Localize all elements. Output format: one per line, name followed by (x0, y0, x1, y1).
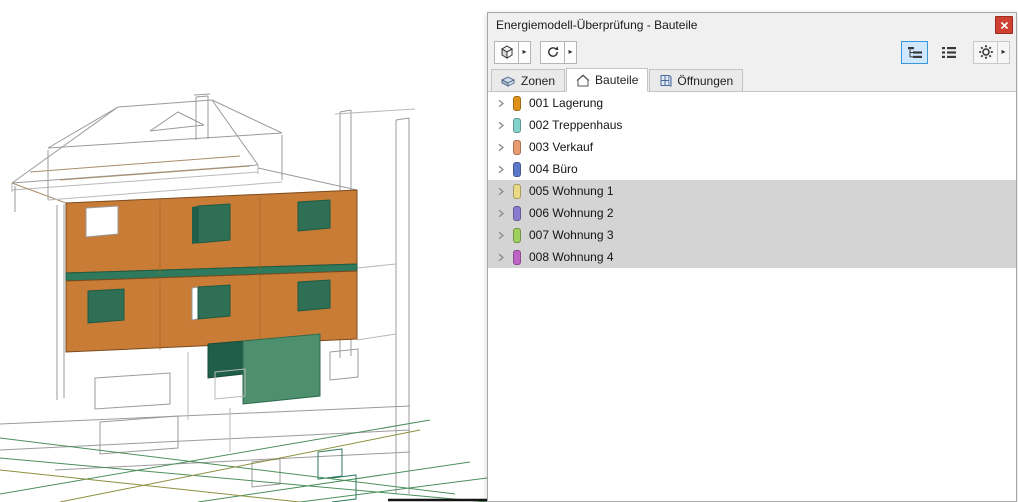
chevron-right-icon[interactable] (497, 121, 509, 130)
panel-title: Energiemodell-Überprüfung - Bauteile (496, 18, 698, 32)
panel-titlebar[interactable]: Energiemodell-Überprüfung - Bauteile (488, 13, 1016, 37)
dropdown-arrow-icon: ▸ (522, 47, 527, 56)
house-icon (576, 73, 590, 86)
model-3d-button[interactable] (494, 40, 519, 64)
chevron-right-icon[interactable] (497, 253, 509, 262)
row-label: 002 Treppenhaus (529, 118, 623, 132)
terrain-lines (0, 419, 487, 502)
row-label: 004 Büro (529, 162, 578, 176)
chevron-right-icon[interactable] (497, 231, 509, 240)
zones-icon (501, 75, 516, 87)
tree-view-button[interactable] (901, 40, 928, 64)
chevron-right-icon[interactable] (497, 99, 509, 108)
list-item[interactable]: 007 Wohnung 3 (488, 224, 1016, 246)
row-label: 005 Wohnung 1 (529, 184, 614, 198)
lower-wireframe (0, 348, 411, 502)
dropdown-arrow-icon: ▸ (568, 47, 573, 56)
update-button[interactable] (540, 40, 565, 64)
row-color-chip (513, 249, 521, 265)
row-label: 003 Verkauf (529, 140, 594, 154)
list-item[interactable]: 001 Lagerung (488, 92, 1016, 114)
row-color-chip (513, 95, 521, 111)
tab-label: Öffnungen (677, 73, 734, 88)
list-view-button[interactable] (935, 41, 962, 64)
settings-button-group: ▸ (973, 40, 1010, 64)
settings-button[interactable] (973, 40, 998, 64)
update-button-group: ▸ (540, 40, 577, 64)
energy-model-panel: Energiemodell-Überprüfung - Bauteile ▸ ▸… (487, 12, 1017, 502)
settings-dropdown[interactable]: ▸ (998, 40, 1010, 64)
row-color-chip (513, 205, 521, 221)
chevron-right-icon[interactable] (497, 187, 509, 196)
refresh-icon (547, 46, 558, 57)
tab-zonen[interactable]: Zonen (491, 69, 566, 91)
tab-bauteile[interactable]: Bauteile (566, 68, 649, 92)
chevron-right-icon[interactable] (497, 209, 509, 218)
row-label: 006 Wohnung 2 (529, 206, 614, 220)
panel-toolbar: ▸ ▸ ▸ (488, 37, 1016, 67)
roof-deck (207, 333, 321, 405)
row-label: 008 Wohnung 4 (529, 250, 614, 264)
list-item[interactable]: 005 Wohnung 1 (488, 180, 1016, 202)
row-color-chip (513, 183, 521, 199)
list-view-icon (941, 46, 956, 58)
row-color-chip (513, 227, 521, 243)
facade (65, 189, 358, 353)
list-item[interactable]: 008 Wohnung 4 (488, 246, 1016, 268)
row-color-chip (513, 161, 521, 177)
chevron-right-icon[interactable] (497, 143, 509, 152)
list-item[interactable]: 002 Treppenhaus (488, 114, 1016, 136)
row-color-chip (513, 139, 521, 155)
tree-view-icon (907, 46, 922, 58)
tab-oeffnungen[interactable]: Öffnungen (649, 69, 744, 91)
row-label: 001 Lagerung (529, 96, 604, 110)
tab-label: Bauteile (595, 73, 639, 87)
model-button-group: ▸ (494, 40, 531, 64)
update-dropdown[interactable]: ▸ (565, 40, 577, 64)
list-item[interactable]: 004 Büro (488, 158, 1016, 180)
model-3d-dropdown[interactable]: ▸ (519, 40, 531, 64)
building-model (0, 93, 487, 502)
dropdown-arrow-icon: ▸ (1001, 47, 1006, 56)
row-label: 007 Wohnung 3 (529, 228, 614, 242)
chevron-right-icon[interactable] (497, 165, 509, 174)
cube-icon (500, 45, 513, 59)
row-color-chip (513, 117, 521, 133)
gear-icon (978, 45, 993, 59)
opening-icon (660, 75, 672, 87)
close-x-icon (1000, 21, 1008, 29)
3d-viewport[interactable] (0, 0, 487, 502)
tab-bar: Zonen Bauteile Öffnungen (488, 67, 1016, 92)
list-item[interactable]: 006 Wohnung 2 (488, 202, 1016, 224)
close-button[interactable] (995, 16, 1013, 34)
list-item[interactable]: 003 Verkauf (488, 136, 1016, 158)
component-list: 001 Lagerung 002 Treppenhaus 003 Verkauf… (488, 92, 1016, 501)
tab-label: Zonen (521, 73, 556, 88)
